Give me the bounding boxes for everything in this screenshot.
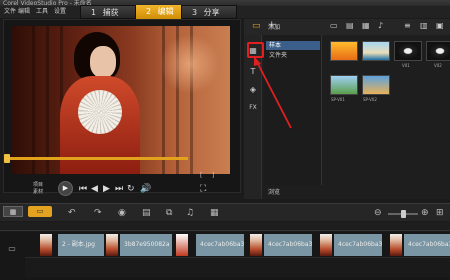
tab-share-num: 3	[192, 8, 198, 17]
add-button[interactable]: 添加	[268, 22, 280, 31]
tab-edit[interactable]: 2 编辑	[136, 5, 181, 19]
enlarge-icon[interactable]: ⛶	[200, 184, 206, 194]
timeline-ruler[interactable]	[0, 222, 450, 231]
play-button[interactable]: ▶	[58, 181, 73, 196]
view-icon[interactable]: ▥	[420, 21, 428, 30]
scrubber-bar[interactable]	[8, 157, 188, 160]
thumb-folder-yellow[interactable]	[330, 41, 358, 61]
folder-sample[interactable]: 样本	[266, 41, 320, 50]
menu-file[interactable]: 文件	[4, 6, 16, 18]
thumb-sunset-label: SP-V02	[363, 97, 377, 102]
fit-icon[interactable]: ⊞	[436, 207, 444, 219]
redo-icon[interactable]: ↷	[94, 207, 102, 219]
mark-out-button[interactable]: ]	[212, 172, 214, 179]
thumb-landscape[interactable]	[330, 75, 358, 95]
tab-edit-num: 2	[146, 7, 152, 16]
previous-frame-icon[interactable]: ◀	[91, 184, 98, 194]
thumb-beach[interactable]	[362, 41, 390, 61]
clip[interactable]: 4cec7ab06ba3	[264, 234, 312, 256]
end-icon[interactable]: ⏭	[115, 184, 123, 194]
zoom-slider-handle[interactable]	[401, 210, 406, 218]
mix-icon[interactable]: ▤	[142, 207, 151, 219]
track-manager-icon[interactable]: ▦	[210, 207, 219, 219]
clip[interactable]: 2 - 副本.jpg	[58, 234, 104, 256]
clip[interactable]: 4cec7ab06ba3	[196, 234, 244, 256]
video-editor-window: Corel VideoStudio Pro - 未命名 文件 编辑 工具 设置 …	[0, 0, 450, 280]
audio-filter-icon[interactable]: ♪	[378, 21, 383, 30]
clip-thumb[interactable]	[106, 234, 118, 256]
zoom-in-icon[interactable]: ⊕	[421, 207, 429, 219]
thumb-disc-2-label: V02	[434, 63, 442, 68]
image-filter-icon[interactable]: ▦	[362, 21, 370, 30]
project-mode-label[interactable]: 项目	[33, 181, 43, 188]
scrubber-handle[interactable]	[4, 154, 10, 163]
browse-button[interactable]: 浏览	[268, 187, 280, 196]
sort-icon[interactable]: ≡	[404, 21, 411, 30]
thumb-disc-2[interactable]	[426, 41, 450, 61]
tab-capture-num: 1	[91, 8, 97, 17]
tab-share-label: 分享	[203, 8, 220, 17]
undo-icon[interactable]: ↶	[68, 207, 76, 219]
tab-edit-label: 编辑	[157, 7, 174, 16]
thumb-disc-1-label: V01	[402, 63, 410, 68]
clip[interactable]: 3b87e950082a	[120, 234, 172, 256]
storyboard-view-button[interactable]: ▦	[3, 206, 23, 217]
clip-thumb[interactable]	[390, 234, 402, 256]
thumb-landscape-label: SP-V01	[331, 97, 345, 102]
clip-thumb[interactable]	[320, 234, 332, 256]
repeat-icon[interactable]: ↻	[127, 184, 135, 194]
clip[interactable]: 4cec7ab06ba3	[334, 234, 382, 256]
tab-share[interactable]: 3 分享	[181, 5, 237, 19]
overlay-track	[25, 257, 450, 277]
clip-thumb[interactable]	[176, 234, 188, 256]
split-icon[interactable]: ⧉	[166, 207, 172, 219]
tab-capture-label: 捕获	[102, 8, 119, 17]
video-track-icon: ▭	[8, 244, 16, 253]
home-icon[interactable]: ⏮	[79, 184, 87, 194]
next-frame-icon[interactable]: ▶	[103, 184, 110, 194]
video-filter-icon[interactable]: ▤	[346, 21, 354, 30]
size-icon[interactable]: ▣	[436, 21, 444, 30]
clip-thumb[interactable]	[250, 234, 262, 256]
thumb-sunset[interactable]	[362, 75, 390, 95]
volume-icon[interactable]: 🔊	[140, 184, 151, 194]
timeline-toolbar: ↶ ↷ ◉ ▤ ⧉ ♫ ▦ ⊖ ⊕ ⊞	[0, 203, 450, 221]
zoom-out-icon[interactable]: ⊖	[374, 207, 382, 219]
folder-filter-icon[interactable]: ▭	[330, 21, 338, 30]
thumb-disc-1[interactable]	[394, 41, 422, 61]
mark-in-button[interactable]: [	[200, 172, 202, 179]
clip-mode-label[interactable]: 素材	[33, 188, 43, 195]
annotation-arrow	[254, 56, 292, 129]
clip[interactable]: 4cec7ab06ba3	[404, 234, 450, 256]
tab-capture[interactable]: 1 捕获	[80, 5, 136, 19]
clip-thumb[interactable]	[40, 234, 52, 256]
menu-tools[interactable]: 工具	[36, 6, 48, 18]
menu-settings[interactable]: 设置	[54, 6, 66, 18]
preview-video	[12, 26, 230, 174]
record-icon[interactable]: ◉	[118, 207, 126, 219]
preview-panel	[3, 19, 241, 193]
folder-icon[interactable]: ▭	[252, 21, 261, 31]
audio-icon[interactable]: ♫	[186, 207, 194, 219]
timeline-view-button[interactable]: ▭	[28, 206, 52, 217]
menu-edit[interactable]: 编辑	[18, 6, 30, 18]
